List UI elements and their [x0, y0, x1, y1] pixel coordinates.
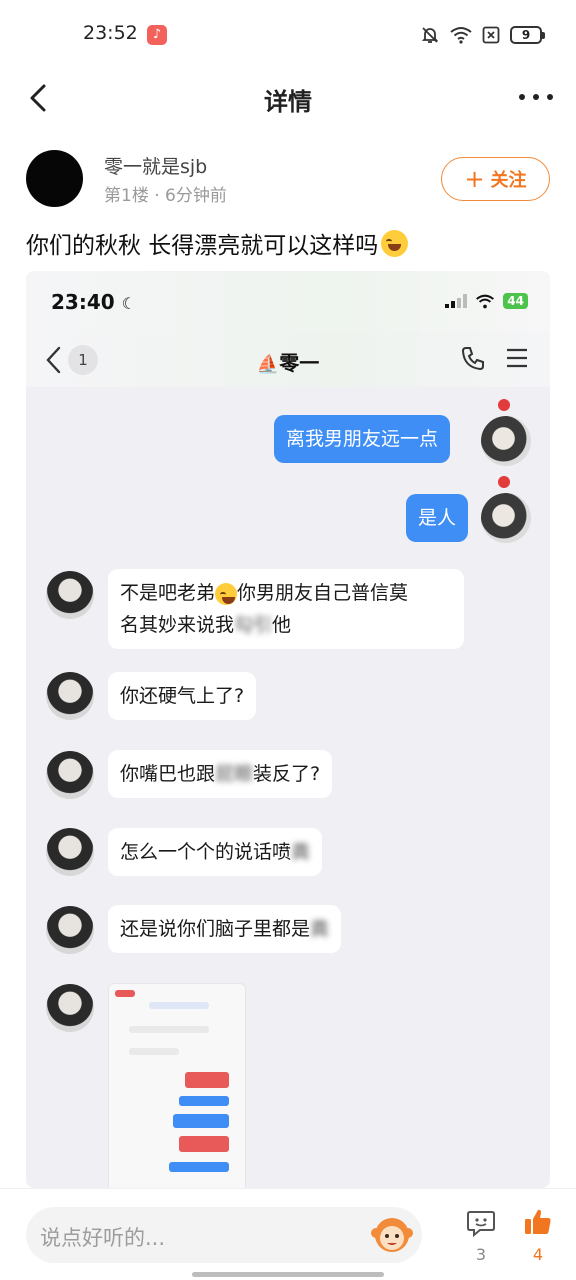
- follow-button[interactable]: + 关注: [441, 157, 550, 201]
- more-icon[interactable]: [516, 82, 556, 112]
- bell-off-icon: [421, 27, 439, 43]
- message-text: 装反了?: [253, 763, 321, 785]
- sailboat-icon: ⛵: [256, 354, 280, 375]
- thumbnail-detail: [185, 1072, 229, 1088]
- thumbnail-detail: [115, 990, 135, 997]
- message-text: 怎么一个个的说话喷: [120, 841, 292, 863]
- plus-icon: +: [464, 165, 485, 193]
- status-time: 23:52: [83, 22, 138, 44]
- thumbnail-detail: [149, 1002, 209, 1009]
- message-text: 你嘴巴也跟: [120, 763, 216, 785]
- status-bar: 23:52 ♪ 9: [0, 0, 576, 70]
- author-name[interactable]: 零一就是sjb: [104, 152, 207, 179]
- thumbnail-detail: [179, 1136, 229, 1152]
- message-text: 你男朋友自己普信莫: [237, 582, 409, 604]
- comment-icon: [467, 1211, 495, 1238]
- chat-bubble-received: 怎么一个个的说话喷粪: [108, 828, 323, 876]
- avatar: [481, 416, 531, 466]
- menu-icon: [507, 348, 527, 368]
- avatar: [46, 751, 94, 799]
- screenshot-status-bar: 23:40 ☾ 44: [26, 271, 550, 331]
- post-text: 你们的秋秋 长得漂亮就可以这样吗: [26, 226, 409, 260]
- phone-icon: [461, 347, 484, 371]
- flower-icon: [498, 476, 510, 488]
- avatar: [46, 828, 94, 876]
- status-icons: 9: [420, 25, 545, 45]
- floor-label: 第1楼: [104, 186, 149, 206]
- screenshot-time: 23:40 ☾: [51, 290, 136, 314]
- message-text: 还是说你们脑子里都是: [120, 918, 311, 940]
- avatar: [46, 984, 94, 1032]
- post-body: 你们的秋秋 长得漂亮就可以这样吗: [26, 233, 379, 259]
- time-ago: 6分钟前: [165, 186, 227, 206]
- bottom-action-bar: 说点好听的... 3 4: [0, 1188, 576, 1280]
- mascot-icon[interactable]: [370, 1213, 414, 1255]
- chat-bubble-received: 你嘴巴也跟屁眼装反了?: [108, 750, 333, 798]
- thumbnail-detail: [129, 1048, 179, 1055]
- screenshot-time-text: 23:40: [51, 290, 115, 314]
- meta-separator: ·: [154, 186, 160, 206]
- chat-bubble-received: 不是吧老弟 你男朋友自己普信莫 名其妙来说我勾引他: [108, 569, 464, 649]
- post-meta: 第1楼 · 6分钟前: [104, 181, 227, 206]
- thumbnail-detail: [173, 1114, 229, 1128]
- like-count: 4: [532, 1245, 544, 1264]
- wifi-icon: [476, 294, 495, 308]
- thumbs-up-icon: [525, 1209, 551, 1234]
- message-text: 不是吧老弟: [120, 582, 216, 604]
- thumbnail-detail: [179, 1096, 229, 1106]
- comment-placeholder: 说点好听的...: [40, 1226, 166, 1250]
- music-note-icon: ♪: [147, 25, 167, 45]
- top-navigation: 详情: [0, 70, 576, 126]
- thumbnail-detail: [129, 1026, 209, 1033]
- battery-indicator: 9: [510, 26, 545, 44]
- screenshot-status-icons: 44: [445, 293, 528, 309]
- screenshot-battery: 44: [503, 293, 528, 309]
- thumbnail-detail: [169, 1162, 229, 1172]
- home-indicator[interactable]: [192, 1272, 384, 1277]
- comment-action[interactable]: 3: [461, 1209, 501, 1264]
- follow-label: 关注: [490, 170, 527, 191]
- comment-input[interactable]: 说点好听的...: [26, 1207, 422, 1263]
- signal-icon: [445, 294, 468, 308]
- chat-bubble-received: 还是说你们脑子里都是粪: [108, 905, 342, 953]
- blurred-text: 粪: [291, 841, 311, 863]
- chat-title-text: 零一: [279, 351, 320, 375]
- avatar: [46, 672, 94, 720]
- chat-bubble-received: 你还硬气上了?: [108, 672, 257, 720]
- no-sim-icon: [482, 26, 500, 44]
- blurred-text: 屁眼: [215, 763, 254, 785]
- blurred-text: 勾引: [234, 614, 273, 636]
- blurred-text: 粪: [310, 918, 330, 940]
- avatar[interactable]: [26, 150, 83, 207]
- comment-count: 3: [475, 1245, 487, 1264]
- page-title: 详情: [264, 88, 312, 116]
- like-action[interactable]: 4: [518, 1207, 558, 1264]
- laughing-emoji-icon: [215, 582, 238, 605]
- message-text: 他: [272, 614, 292, 636]
- moon-icon: ☾: [121, 294, 136, 313]
- avatar: [46, 571, 94, 619]
- chat-bubble-sent: 离我男朋友远一点: [274, 415, 451, 463]
- screenshot-chat-header: 1 ⛵零一: [26, 331, 550, 387]
- image-message-thumbnail: [108, 983, 246, 1188]
- chat-bubble-sent: 是人: [406, 494, 469, 542]
- laughing-emoji-icon: [381, 229, 409, 257]
- author-row: 零一就是sjb 第1楼 · 6分钟前 + 关注: [26, 150, 556, 210]
- chat-screenshot-image[interactable]: 23:40 ☾ 44 1 ⛵零一 离我男朋友远一点 是人 不是吧老弟 你男朋友自己…: [26, 271, 550, 1188]
- avatar: [46, 906, 94, 954]
- wifi-icon: [450, 27, 472, 44]
- message-text: 名其妙来说我: [120, 614, 235, 636]
- avatar: [481, 493, 531, 543]
- flower-icon: [498, 399, 510, 411]
